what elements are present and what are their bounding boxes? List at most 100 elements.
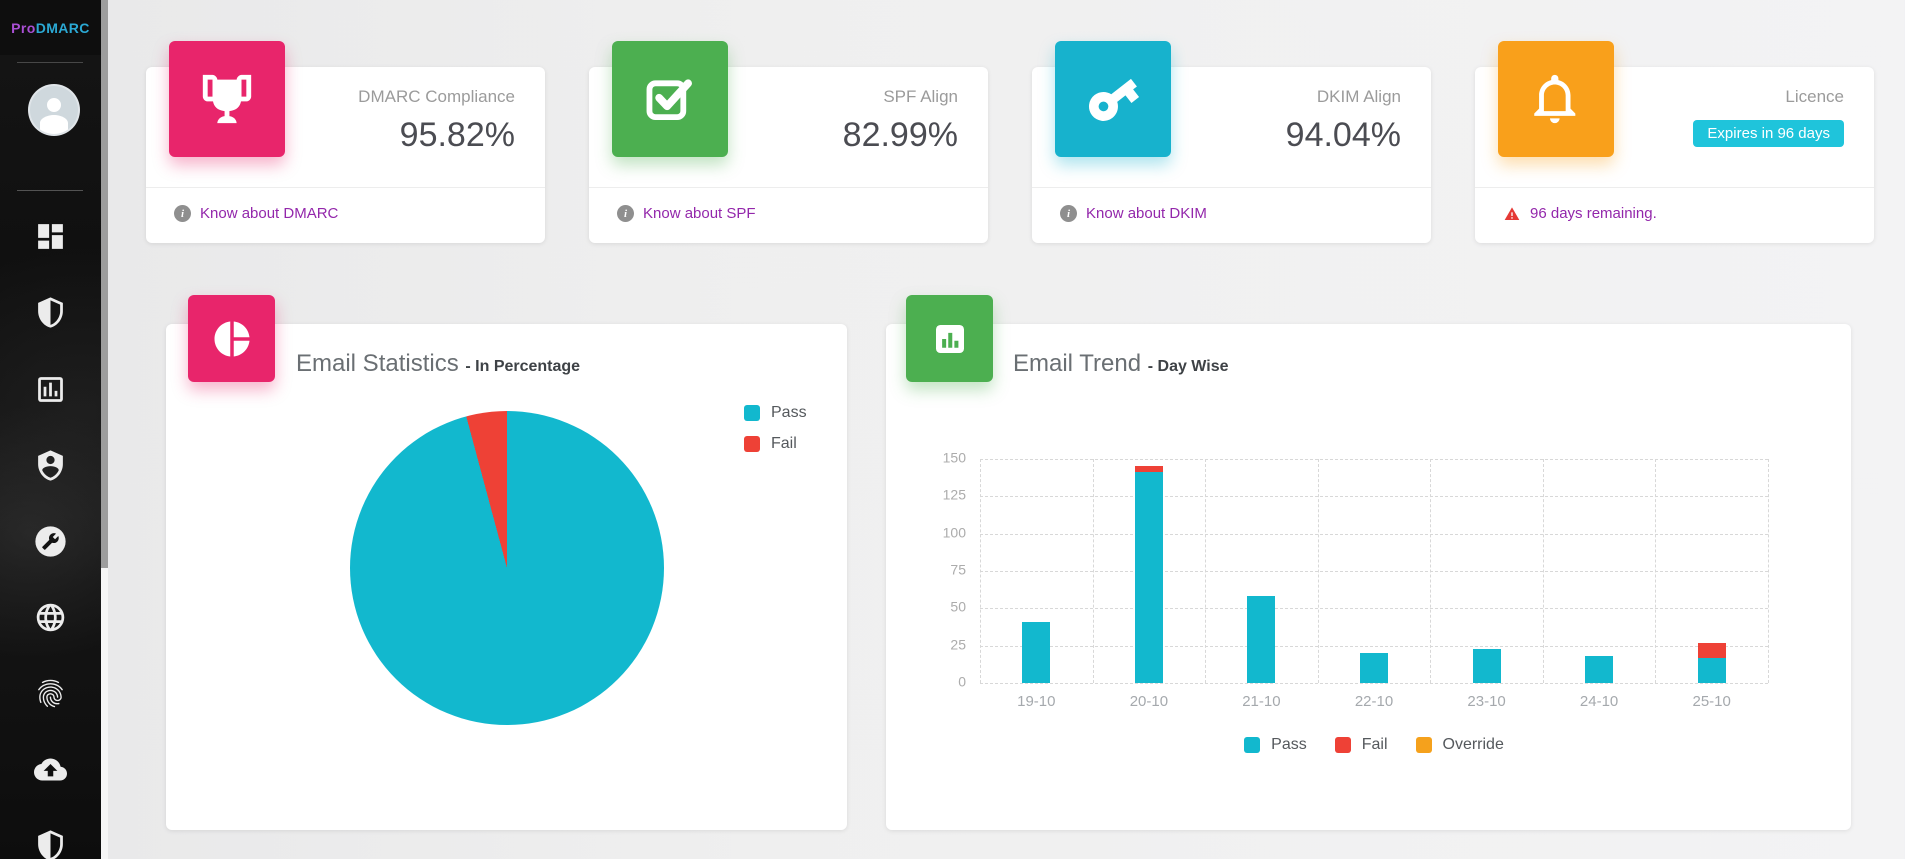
legend-label: Fail bbox=[1362, 736, 1388, 754]
legend-item[interactable]: Pass bbox=[744, 404, 807, 422]
card-divider bbox=[1032, 187, 1431, 188]
card-icon-tile bbox=[169, 41, 285, 157]
sidebar-divider bbox=[17, 190, 83, 191]
dmarc-compliance-card: DMARC Compliance 95.82% i Know about DMA… bbox=[146, 67, 545, 243]
sidebar-item-accounts[interactable] bbox=[0, 447, 101, 483]
sidebar-item-security[interactable] bbox=[0, 827, 101, 859]
gridline-vertical bbox=[1318, 459, 1319, 683]
bell-icon bbox=[1527, 70, 1585, 128]
warning-triangle-icon bbox=[1503, 206, 1521, 222]
legend-label: Override bbox=[1443, 736, 1504, 754]
bar-plot: 025507510012515019-1020-1021-1022-1023-1… bbox=[980, 459, 1768, 683]
bar-pass[interactable] bbox=[1247, 596, 1275, 683]
legend-label: Pass bbox=[1271, 736, 1307, 754]
globe-icon bbox=[34, 601, 67, 634]
bar-chart-icon bbox=[929, 318, 971, 360]
cloud-upload-icon bbox=[34, 753, 67, 786]
legend-swatch bbox=[1244, 737, 1260, 753]
legend-item[interactable]: Override bbox=[1416, 736, 1504, 754]
panel-subtitle: - Day Wise bbox=[1148, 358, 1229, 375]
chart-box-icon bbox=[34, 373, 67, 406]
scrollbar-thumb[interactable] bbox=[101, 0, 108, 568]
legend-label: Pass bbox=[771, 404, 807, 422]
legend-item[interactable]: Fail bbox=[1335, 736, 1388, 754]
card-footer-text: 96 days remaining. bbox=[1530, 205, 1657, 222]
pie-chart[interactable] bbox=[350, 411, 664, 725]
sidebar-item-tools[interactable] bbox=[0, 523, 101, 559]
dkim-align-card: DKIM Align 94.04% i Know about DKIM bbox=[1032, 67, 1431, 243]
y-axis-tick: 100 bbox=[914, 524, 966, 540]
legend-item[interactable]: Fail bbox=[744, 435, 807, 453]
sidebar-item-forensics[interactable] bbox=[0, 675, 101, 711]
email-trend-panel: Email Trend - Day Wise 02550751001251501… bbox=[886, 324, 1851, 830]
app-logo[interactable]: ProDMARC bbox=[0, 0, 101, 55]
card-divider bbox=[589, 187, 988, 188]
card-icon-tile bbox=[612, 41, 728, 157]
bar-pass[interactable] bbox=[1360, 653, 1388, 683]
panel-title: Email Statistics bbox=[296, 350, 459, 377]
know-about-spf-link[interactable]: i Know about SPF bbox=[617, 205, 756, 222]
sidebar-item-reports[interactable] bbox=[0, 371, 101, 407]
gridline-vertical bbox=[980, 459, 981, 683]
legend-item[interactable]: Pass bbox=[1244, 736, 1307, 754]
y-axis-tick: 150 bbox=[914, 449, 966, 465]
dashboard-grid-icon bbox=[34, 220, 67, 253]
gridline-horizontal bbox=[980, 534, 1768, 535]
bar-pass[interactable] bbox=[1473, 649, 1501, 683]
sidebar-scrollbar[interactable] bbox=[101, 0, 108, 859]
x-axis-tick: 20-10 bbox=[1093, 693, 1205, 710]
sidebar-item-upload[interactable] bbox=[0, 751, 101, 787]
gridline-horizontal bbox=[980, 496, 1768, 497]
gridline-vertical bbox=[1093, 459, 1094, 683]
card-icon-tile bbox=[1498, 41, 1614, 157]
bar-fail[interactable] bbox=[1698, 643, 1726, 658]
x-axis-tick: 23-10 bbox=[1431, 693, 1543, 710]
card-label: Licence bbox=[1693, 83, 1844, 110]
card-footer-text: Know about DMARC bbox=[200, 205, 338, 222]
sidebar-item-dashboard[interactable] bbox=[0, 218, 101, 254]
gridline-vertical bbox=[1768, 459, 1769, 683]
wrench-circle-icon bbox=[34, 525, 67, 558]
user-avatar[interactable] bbox=[28, 84, 80, 136]
gridline-horizontal bbox=[980, 459, 1768, 460]
know-about-dkim-link[interactable]: i Know about DKIM bbox=[1060, 205, 1207, 222]
card-icon-tile bbox=[1055, 41, 1171, 157]
bar-fail[interactable] bbox=[1135, 466, 1163, 472]
x-axis-tick: 19-10 bbox=[980, 693, 1092, 710]
gridline-vertical bbox=[1543, 459, 1544, 683]
bar-pass[interactable] bbox=[1698, 658, 1726, 683]
shield-icon bbox=[34, 296, 67, 329]
legend-swatch bbox=[744, 405, 760, 421]
email-statistics-panel: Email Statistics - In Percentage Pass Fa… bbox=[166, 324, 847, 830]
gridline-vertical bbox=[1655, 459, 1656, 683]
check-square-icon bbox=[641, 70, 699, 128]
sidebar-item-protection[interactable] bbox=[0, 294, 101, 330]
gridline-horizontal bbox=[980, 571, 1768, 572]
legend-label: Fail bbox=[771, 435, 797, 453]
sidebar: ProDMARC bbox=[0, 0, 101, 859]
trophy-icon bbox=[198, 70, 256, 128]
licence-card: Licence Expires in 96 days 96 days remai… bbox=[1475, 67, 1874, 243]
shield-user-icon bbox=[34, 449, 67, 482]
bar-pass[interactable] bbox=[1022, 622, 1050, 683]
panel-title: Email Trend bbox=[1013, 350, 1141, 377]
card-value: 82.99% bbox=[843, 116, 958, 155]
gridline-horizontal bbox=[980, 646, 1768, 647]
fingerprint-icon bbox=[34, 677, 67, 710]
bar-pass[interactable] bbox=[1585, 656, 1613, 683]
logo-text-dmarc: DMARC bbox=[36, 20, 90, 36]
card-value: 95.82% bbox=[358, 116, 515, 155]
panel-title-row: Email Statistics - In Percentage bbox=[296, 350, 580, 378]
sidebar-item-domains[interactable] bbox=[0, 599, 101, 635]
y-axis-tick: 25 bbox=[914, 636, 966, 652]
y-axis-tick: 0 bbox=[914, 673, 966, 689]
sidebar-divider bbox=[17, 62, 83, 63]
card-value: 94.04% bbox=[1286, 116, 1401, 155]
bar-legend: Pass Fail Override bbox=[980, 736, 1768, 754]
panel-icon-tile bbox=[906, 295, 993, 382]
info-icon: i bbox=[174, 205, 191, 222]
know-about-dmarc-link[interactable]: i Know about DMARC bbox=[174, 205, 338, 222]
card-footer-text: Know about SPF bbox=[643, 205, 756, 222]
y-axis-tick: 125 bbox=[914, 487, 966, 503]
bar-pass[interactable] bbox=[1135, 472, 1163, 683]
